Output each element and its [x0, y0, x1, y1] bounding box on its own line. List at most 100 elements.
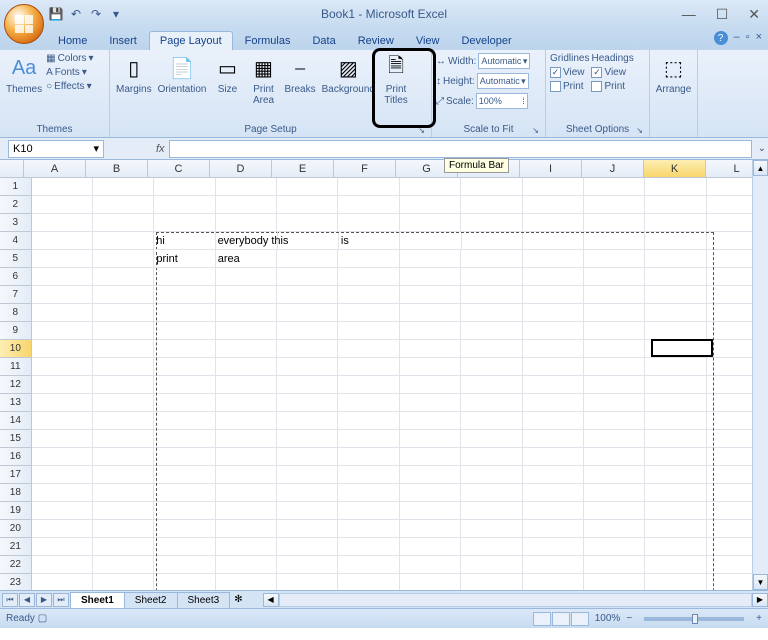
row-header-16[interactable]: 16 [0, 448, 32, 466]
cell-J12[interactable] [584, 376, 645, 394]
cell-F21[interactable] [338, 538, 399, 556]
cell-I5[interactable] [523, 250, 584, 268]
cell-J2[interactable] [584, 196, 645, 214]
cell-F22[interactable] [338, 556, 399, 574]
cell-J17[interactable] [584, 466, 645, 484]
undo-icon[interactable]: ↶ [68, 6, 84, 22]
cell-A19[interactable] [32, 502, 93, 520]
cell-C7[interactable] [154, 286, 215, 304]
cell-F3[interactable] [338, 214, 399, 232]
cell-H10[interactable] [461, 340, 522, 358]
cell-J11[interactable] [584, 358, 645, 376]
theme-effects-button[interactable]: ○Effects▾ [46, 80, 93, 93]
headings-print-checkbox[interactable] [591, 81, 602, 92]
formula-bar-expand-icon[interactable]: ⌄ [758, 143, 766, 154]
cell-C22[interactable] [154, 556, 215, 574]
cell-J4[interactable] [584, 232, 645, 250]
cell-J3[interactable] [584, 214, 645, 232]
cell-H22[interactable] [461, 556, 522, 574]
macro-record-icon[interactable]: ▢ [38, 613, 47, 624]
cell-H17[interactable] [461, 466, 522, 484]
tab-review[interactable]: Review [348, 32, 404, 50]
cell-I6[interactable] [523, 268, 584, 286]
cell-I20[interactable] [523, 520, 584, 538]
cell-B15[interactable] [93, 430, 154, 448]
ribbon-close-icon[interactable]: × [756, 31, 762, 45]
cell-C20[interactable] [154, 520, 215, 538]
cell-F16[interactable] [338, 448, 399, 466]
scale-launcher-icon[interactable]: ↘ [532, 126, 539, 135]
cell-E17[interactable] [277, 466, 338, 484]
cell-D18[interactable] [216, 484, 277, 502]
cell-A11[interactable] [32, 358, 93, 376]
cell-K23[interactable] [645, 574, 706, 590]
cell-E5[interactable] [277, 250, 338, 268]
column-header-D[interactable]: D [210, 160, 272, 177]
scroll-down-button[interactable]: ▼ [753, 574, 768, 590]
background-button[interactable]: ▨Background [320, 52, 377, 97]
row-header-11[interactable]: 11 [0, 358, 32, 376]
cell-K19[interactable] [645, 502, 706, 520]
row-header-17[interactable]: 17 [0, 466, 32, 484]
hscroll-right-button[interactable]: ▶ [752, 593, 768, 607]
cell-K13[interactable] [645, 394, 706, 412]
cell-C12[interactable] [154, 376, 215, 394]
cell-I7[interactable] [523, 286, 584, 304]
row-header-10[interactable]: 10 [0, 340, 32, 358]
cell-K18[interactable] [645, 484, 706, 502]
cell-H8[interactable] [461, 304, 522, 322]
cell-A4[interactable] [32, 232, 93, 250]
zoom-out-button[interactable]: − [626, 613, 632, 624]
cell-E2[interactable] [277, 196, 338, 214]
scale-pct-spinner[interactable]: 100%⁞ [476, 93, 528, 109]
vertical-scrollbar[interactable]: ▲ ▼ [752, 160, 768, 590]
cell-D15[interactable] [216, 430, 277, 448]
cell-F17[interactable] [338, 466, 399, 484]
row-header-8[interactable]: 8 [0, 304, 32, 322]
cell-C5[interactable]: print [154, 250, 215, 268]
cell-B22[interactable] [93, 556, 154, 574]
cell-I14[interactable] [523, 412, 584, 430]
cell-J10[interactable] [584, 340, 645, 358]
row-header-23[interactable]: 23 [0, 574, 32, 590]
cell-C4[interactable]: hi [154, 232, 215, 250]
cell-B12[interactable] [93, 376, 154, 394]
cell-C19[interactable] [154, 502, 215, 520]
name-box[interactable]: K10▾ [8, 140, 104, 158]
cell-D11[interactable] [216, 358, 277, 376]
cell-G13[interactable] [400, 394, 461, 412]
cell-B14[interactable] [93, 412, 154, 430]
cell-B7[interactable] [93, 286, 154, 304]
theme-fonts-button[interactable]: AFonts▾ [46, 66, 93, 79]
cell-E16[interactable] [277, 448, 338, 466]
cell-B23[interactable] [93, 574, 154, 590]
cell-G20[interactable] [400, 520, 461, 538]
cell-D7[interactable] [216, 286, 277, 304]
cell-D2[interactable] [216, 196, 277, 214]
cell-E1[interactable] [277, 178, 338, 196]
cell-H9[interactable] [461, 322, 522, 340]
cell-F18[interactable] [338, 484, 399, 502]
cell-D10[interactable] [216, 340, 277, 358]
row-header-9[interactable]: 9 [0, 322, 32, 340]
formula-input[interactable] [169, 140, 752, 158]
cell-A20[interactable] [32, 520, 93, 538]
cell-A9[interactable] [32, 322, 93, 340]
column-header-J[interactable]: J [582, 160, 644, 177]
cell-I3[interactable] [523, 214, 584, 232]
sheet-tab-3[interactable]: Sheet3 [177, 592, 231, 608]
row-header-13[interactable]: 13 [0, 394, 32, 412]
gridlines-print-checkbox[interactable] [550, 81, 561, 92]
office-button[interactable] [4, 4, 44, 44]
cell-G5[interactable] [400, 250, 461, 268]
cell-A10[interactable] [32, 340, 93, 358]
cell-D5[interactable]: area [216, 250, 277, 268]
zoom-level[interactable]: 100% [595, 613, 621, 624]
cell-H20[interactable] [461, 520, 522, 538]
normal-view-button[interactable] [533, 612, 551, 626]
cell-B3[interactable] [93, 214, 154, 232]
arrange-button[interactable]: ⬚Arrange [654, 52, 693, 97]
cell-B11[interactable] [93, 358, 154, 376]
cell-C2[interactable] [154, 196, 215, 214]
redo-icon[interactable]: ↷ [88, 6, 104, 22]
